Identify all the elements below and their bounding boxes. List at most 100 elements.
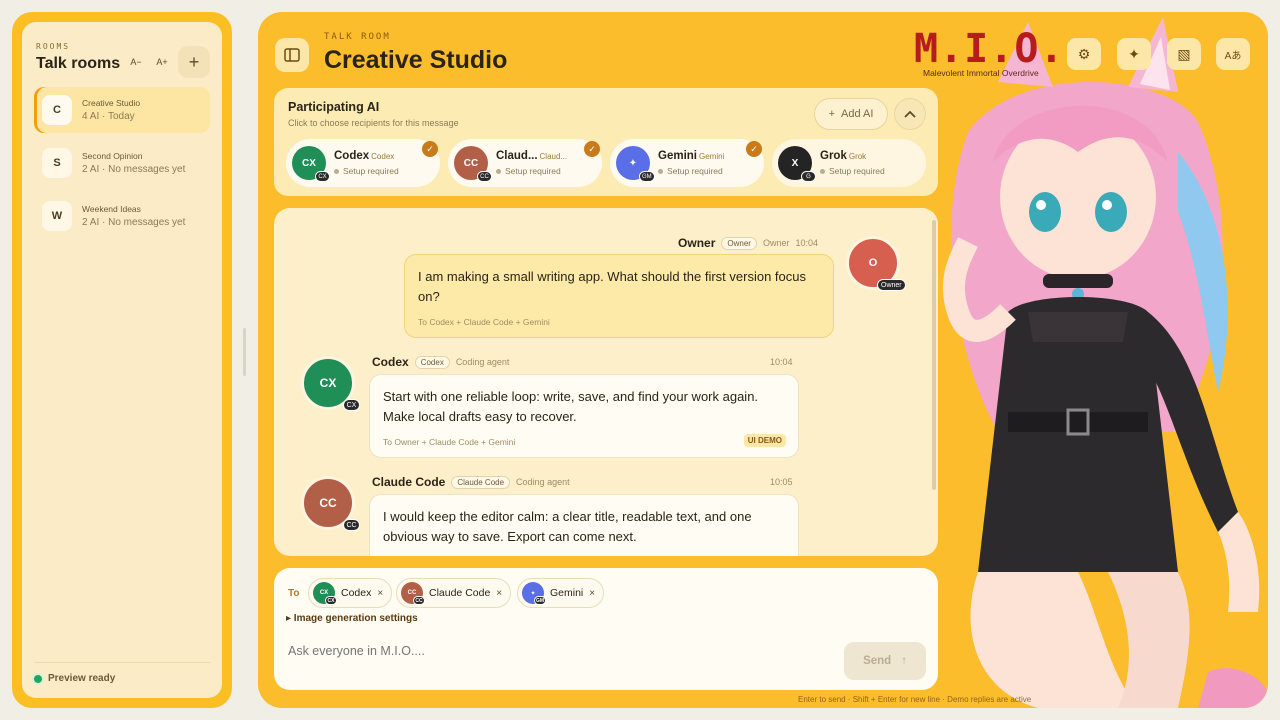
settings-button[interactable]: ⚙ — [1067, 38, 1101, 70]
add-ai-button[interactable]: + Add AI — [814, 98, 888, 130]
message-time: 10:04 — [770, 357, 793, 367]
codex-badge: CX — [315, 171, 330, 182]
send-label: Send — [863, 655, 892, 667]
claude-message-bubble: I would keep the editor calm: a clear ti… — [369, 494, 799, 556]
toggle-sidebar-button[interactable] — [275, 38, 309, 72]
recipient-chip-gemini[interactable]: ✦ GM Gemini × — [517, 578, 605, 608]
room-meta: 2 AI · No messages yet — [82, 217, 186, 228]
sparkle-icon: ✦ — [1128, 45, 1140, 62]
gear-icon: ⚙ — [1077, 45, 1091, 62]
codex-badge: CX — [343, 399, 360, 411]
chip-name: Gemini Gemini — [658, 150, 725, 162]
message-header: Owner Owner Owner 10:04 — [678, 236, 818, 250]
room-name: Weekend Ideas — [82, 204, 141, 214]
author-role: Coding agent — [455, 357, 510, 367]
sidebar-resize-handle[interactable] — [243, 328, 246, 376]
message-recipients: To Codex + Claude Code + Gemini — [418, 317, 550, 327]
room-item-creative-studio[interactable]: C Creative Studio 4 AI · Today — [34, 87, 210, 133]
claude-badge: CC — [477, 171, 492, 182]
author-tag: Owner — [721, 236, 757, 250]
participant-chip-codex[interactable]: CX CX Codex Codex Setup required ✓ — [286, 139, 440, 187]
chip-name: Codex Codex — [334, 150, 395, 162]
sidebar-actions: A− A+ + — [126, 46, 210, 78]
chip-name: Claud... Claud... — [496, 150, 568, 162]
chat-thread[interactable]: Owner Owner Owner 10:04 I am making a sm… — [274, 208, 938, 556]
check-icon: ✓ — [746, 141, 762, 157]
room-item-weekend-ideas[interactable]: W Weekend Ideas 2 AI · No messages yet — [34, 193, 210, 239]
language-button[interactable]: Aあ — [1216, 38, 1250, 70]
author-name: Codex — [372, 355, 409, 369]
message-input[interactable] — [288, 644, 808, 658]
plus-icon: + — [828, 108, 835, 120]
chip-name: Grok Grok — [820, 150, 867, 162]
remove-icon[interactable]: × — [496, 588, 502, 599]
room-list: C Creative Studio 4 AI · Today S Second … — [34, 87, 210, 239]
author-name: Claude Code — [372, 475, 446, 489]
chip-status: Setup required — [658, 166, 723, 176]
chip-status: Setup required — [820, 166, 885, 176]
gemini-avatar: ✦ GM — [522, 582, 546, 605]
recipient-chip-claude[interactable]: CC CC Claude Code × — [396, 578, 512, 608]
room-avatar: W — [42, 201, 72, 231]
recipient-chip-codex[interactable]: CX CX Codex × — [308, 578, 393, 608]
message-time: 10:04 — [795, 238, 818, 248]
font-larger-button[interactable]: A+ — [152, 50, 172, 74]
author-tag: Claude Code — [451, 475, 511, 489]
room-meta: 4 AI · Today — [82, 111, 135, 122]
author-tag: Codex — [414, 355, 450, 369]
check-icon: ✓ — [584, 141, 600, 157]
author-name: Owner — [678, 236, 716, 250]
collapse-participants-button[interactable] — [894, 98, 926, 130]
recipient-name: Gemini — [550, 587, 584, 599]
app-logo-subtitle: Malevolent Immortal Overdrive — [923, 68, 1039, 78]
message-recipients: To Owner + Claude Code + Gemini — [383, 437, 516, 447]
chip-status: Setup required — [496, 166, 561, 176]
message-composer: To CX CX Codex × CC CC Claude Code × ✦ G… — [274, 568, 938, 690]
room-name: Creative Studio — [82, 98, 141, 108]
page-title: Creative Studio — [324, 46, 508, 74]
main-panel: TALK ROOM Creative Studio M.I.O. Malevol… — [258, 12, 1268, 708]
chat-scrollbar[interactable] — [932, 220, 936, 490]
status-dot-icon — [34, 674, 42, 683]
rooms-panel: ROOMS Talk rooms A− A+ + C Creative Stud… — [22, 22, 222, 698]
room-caption: TALK ROOM — [324, 32, 391, 42]
effects-button[interactable]: ✦ — [1117, 38, 1151, 70]
room-item-second-opinion[interactable]: S Second Opinion 2 AI · No messages yet — [34, 140, 210, 186]
chevron-up-icon — [904, 110, 916, 118]
room-meta: 2 AI · No messages yet — [82, 164, 186, 175]
background-button[interactable]: ▧ — [1167, 38, 1201, 70]
add-ai-label: Add AI — [841, 108, 874, 120]
message-text: I am making a small writing app. What sh… — [418, 269, 806, 304]
remove-icon[interactable]: × — [377, 588, 383, 599]
rooms-sidebar: ROOMS Talk rooms A− A+ + C Creative Stud… — [12, 12, 232, 708]
author-role: Owner — [762, 238, 790, 248]
participant-chip-claude[interactable]: CC CC Claud... Claud... Setup required ✓ — [448, 139, 602, 187]
claude-badge: CC — [343, 519, 360, 531]
participants-title: Participating AI — [288, 100, 380, 114]
to-label: To — [288, 588, 300, 599]
font-smaller-button[interactable]: A− — [126, 50, 146, 74]
remove-icon[interactable]: × — [589, 588, 595, 599]
sidebar-status: Preview ready — [34, 662, 210, 684]
grok-badge: G — [801, 171, 816, 182]
arrow-up-icon: ↑ — [901, 655, 907, 667]
recipient-name: Claude Code — [429, 587, 491, 599]
participant-chip-gemini[interactable]: ✦ GM Gemini Gemini Setup required ✓ — [610, 139, 764, 187]
codex-avatar: CX CX — [313, 582, 337, 605]
message-text: I would keep the editor calm: a clear ti… — [383, 509, 752, 544]
app-logo: M.I.O. — [914, 26, 1065, 72]
claude-avatar: CC CC — [401, 582, 425, 605]
sidebar-toggle-icon — [284, 48, 300, 62]
message-time: 10:05 — [770, 477, 793, 487]
participants-subtitle: Click to choose recipients for this mess… — [288, 118, 459, 128]
message-header: Claude Code Claude Code Coding agent — [372, 475, 570, 489]
message-header: Codex Codex Coding agent — [372, 355, 509, 369]
chip-status: Setup required — [334, 166, 399, 176]
codex-badge: CX — [325, 596, 337, 605]
image-settings-toggle[interactable]: ▸ Image generation settings — [286, 613, 418, 624]
send-button[interactable]: Send ↑ — [844, 642, 926, 680]
add-room-button[interactable]: + — [178, 46, 210, 78]
language-icon: Aあ — [1224, 50, 1242, 62]
gemini-badge: GM — [534, 596, 546, 605]
participant-chip-grok[interactable]: X G Grok Grok Setup required — [772, 139, 926, 187]
